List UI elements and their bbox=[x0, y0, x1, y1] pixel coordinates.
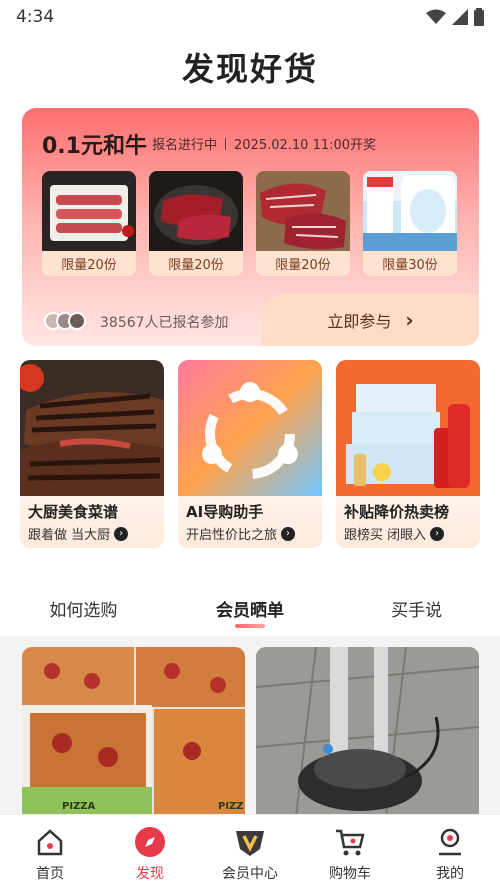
compass-icon bbox=[133, 825, 167, 859]
item-limit-label: 限量20份 bbox=[42, 251, 136, 276]
steak-image bbox=[149, 171, 243, 251]
ai-assistant-image bbox=[178, 360, 322, 496]
item-limit-label: 限量20份 bbox=[256, 251, 350, 276]
feature-card-text: AI导购助手 开启性价比之旅 › bbox=[178, 496, 322, 548]
feature-subtitle-row: 开启性价比之旅 › bbox=[186, 524, 314, 543]
profile-icon bbox=[433, 825, 467, 859]
nav-home[interactable]: 首页 bbox=[0, 815, 100, 888]
beef-roll-image bbox=[42, 171, 136, 251]
active-tab-indicator bbox=[235, 624, 265, 628]
item-limit-label: 限量20份 bbox=[149, 251, 243, 276]
nav-label: 我的 bbox=[436, 866, 464, 882]
nav-profile[interactable]: 我的 bbox=[400, 815, 500, 888]
signal-icon bbox=[452, 9, 468, 25]
participant-avatars bbox=[44, 312, 86, 330]
page-title: 发现好货 bbox=[181, 50, 318, 88]
nav-label: 购物车 bbox=[329, 866, 371, 882]
promo-items: 限量20份 限量20份 限量20份 限量30份 bbox=[42, 171, 457, 276]
promo-status: 报名进行中 bbox=[152, 138, 218, 153]
feature-title: AI导购助手 bbox=[186, 503, 264, 521]
bottom-nav: 首页 发现 会员中心 购物车 我的 bbox=[0, 814, 500, 888]
promo-item[interactable]: 限量20份 bbox=[149, 171, 243, 276]
nav-label: 首页 bbox=[36, 866, 64, 882]
tissue-pack-image bbox=[363, 171, 457, 251]
tab-how-to-choose[interactable]: 如何选购 bbox=[0, 584, 167, 632]
join-label: 立即参与 bbox=[327, 312, 392, 331]
feature-subtitle: 跟榜买 闭眼入 bbox=[344, 528, 427, 543]
svg-text:PIZZA: PIZZA bbox=[62, 801, 96, 812]
hot-products-image bbox=[336, 360, 480, 496]
arrow-right-icon: › bbox=[430, 526, 445, 541]
feature-card-text: 补贴降价热卖榜 跟榜买 闭眼入 › bbox=[336, 496, 480, 548]
promo-footer: 38567人已报名参加 立即参与 › bbox=[22, 294, 479, 346]
status-time: 4:34 bbox=[16, 7, 55, 27]
wifi-icon bbox=[426, 9, 446, 24]
avatar bbox=[68, 312, 86, 330]
nav-label: 会员中心 bbox=[222, 866, 278, 882]
nav-member-center[interactable]: 会员中心 bbox=[200, 815, 300, 888]
battery-icon bbox=[474, 8, 484, 26]
divider bbox=[225, 137, 227, 150]
join-button[interactable]: 立即参与 › bbox=[262, 294, 479, 346]
feature-card-text: 大厨美食菜谱 跟着做 当大厨 › bbox=[20, 496, 164, 548]
page-header: 发现好货 bbox=[0, 34, 500, 100]
feature-title: 补贴降价热卖榜 bbox=[344, 503, 450, 521]
content-tabs: 如何选购 会员晒单 买手说 bbox=[0, 584, 500, 632]
post-card-steamer[interactable] bbox=[256, 647, 479, 817]
feature-card-ai-assistant[interactable]: AI导购助手 开启性价比之旅 › bbox=[178, 360, 322, 548]
promo-item[interactable]: 限量20份 bbox=[256, 171, 350, 276]
feature-title: 大厨美食菜谱 bbox=[28, 503, 119, 521]
chevron-right-icon: › bbox=[405, 308, 414, 332]
arrow-right-icon: › bbox=[281, 526, 296, 541]
post-card-pizza[interactable]: PIZZA PIZZ bbox=[22, 647, 245, 817]
pizza-image: PIZZA PIZZ bbox=[22, 647, 245, 817]
home-icon bbox=[33, 825, 67, 859]
feature-subtitle-row: 跟榜买 闭眼入 › bbox=[344, 524, 472, 543]
tab-buyer-says[interactable]: 买手说 bbox=[333, 584, 500, 632]
feature-cards: 大厨美食菜谱 跟着做 当大厨 › AI导购助手 开启性价比之旅 › 补贴降价热卖… bbox=[20, 360, 480, 548]
tab-label: 买手说 bbox=[391, 601, 443, 621]
feature-card-hot-list[interactable]: 补贴降价热卖榜 跟榜买 闭眼入 › bbox=[336, 360, 480, 548]
nav-label: 发现 bbox=[136, 866, 164, 882]
member-v-icon bbox=[233, 825, 267, 859]
nav-discover[interactable]: 发现 bbox=[100, 815, 200, 888]
feature-subtitle: 开启性价比之旅 bbox=[186, 528, 278, 543]
promo-time: 2025.02.10 11:00开奖 bbox=[234, 138, 377, 153]
tab-label: 会员晒单 bbox=[216, 601, 284, 621]
tab-label: 如何选购 bbox=[49, 601, 118, 621]
arrow-right-icon: › bbox=[114, 526, 129, 541]
cart-icon bbox=[333, 825, 367, 859]
promo-item[interactable]: 限量20份 bbox=[42, 171, 136, 276]
tab-member-posts[interactable]: 会员晒单 bbox=[167, 584, 334, 632]
status-bar: 4:34 bbox=[0, 0, 500, 34]
promo-title: 0.1元和牛 bbox=[42, 134, 147, 159]
marbled-beef-image bbox=[256, 171, 350, 251]
promo-item[interactable]: 限量30份 bbox=[363, 171, 457, 276]
garment-steamer-image bbox=[256, 647, 479, 817]
promo-meta: 报名进行中 2025.02.10 11:00开奖 bbox=[152, 134, 376, 153]
participants-count: 38567人已报名参加 bbox=[100, 315, 229, 331]
nav-cart[interactable]: 购物车 bbox=[300, 815, 400, 888]
status-icons bbox=[426, 8, 484, 26]
svg-text:PIZZ: PIZZ bbox=[218, 801, 244, 812]
feature-subtitle: 跟着做 当大厨 bbox=[28, 528, 111, 543]
feature-card-recipes[interactable]: 大厨美食菜谱 跟着做 当大厨 › bbox=[20, 360, 164, 548]
promo-card[interactable]: 0.1元和牛 报名进行中 2025.02.10 11:00开奖 限量20份 限量… bbox=[22, 108, 479, 346]
item-limit-label: 限量30份 bbox=[363, 251, 457, 276]
feature-subtitle-row: 跟着做 当大厨 › bbox=[28, 524, 156, 543]
grilled-steak-image bbox=[20, 360, 164, 496]
